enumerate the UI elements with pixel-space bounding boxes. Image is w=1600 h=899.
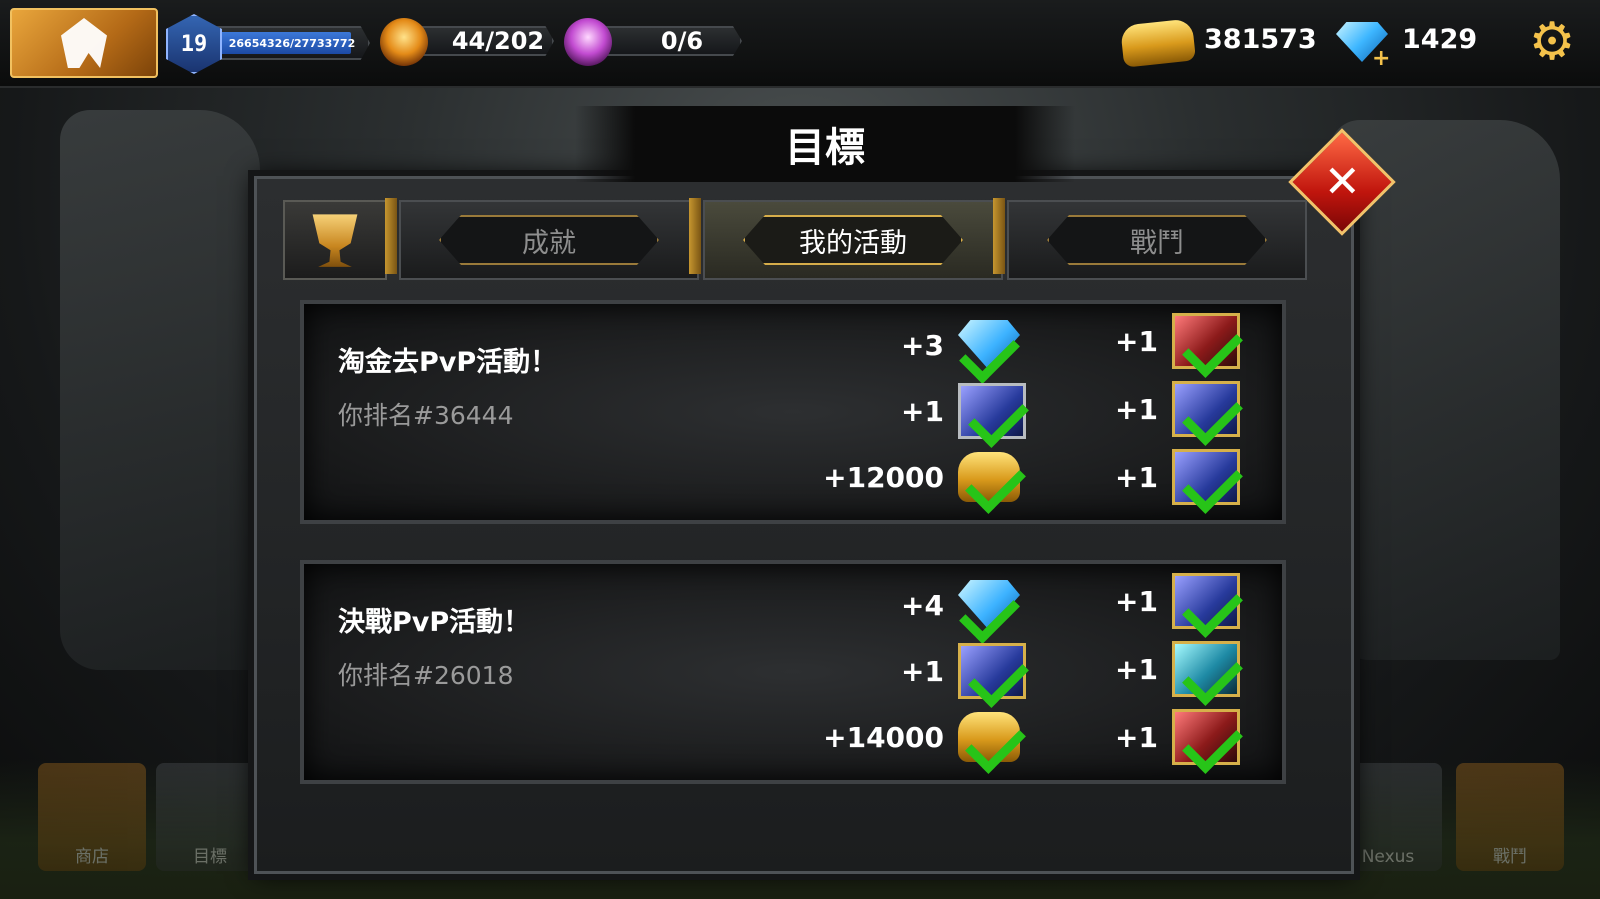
dock-goals-button[interactable]: 目標 <box>156 763 264 871</box>
xp-bar: 26654326/27733772 <box>214 26 370 60</box>
reward-amount: +1 <box>1115 460 1158 494</box>
reward-item: +1 <box>804 643 1029 708</box>
checkmark-icon <box>1182 453 1243 514</box>
checkmark-icon <box>968 387 1029 448</box>
reward-amount: +1 <box>1115 720 1158 754</box>
event-rank: 你排名#36444 <box>338 401 514 430</box>
panel-title: 目標 <box>575 106 1075 182</box>
tab-divider <box>993 198 1005 274</box>
checkmark-icon <box>965 713 1026 774</box>
tab-achievements-label: 成就 <box>522 227 576 259</box>
reward-amount: +12000 <box>823 460 944 494</box>
tab-divider <box>689 198 701 274</box>
checkmark-icon <box>968 647 1029 708</box>
reward-item: +12000 <box>804 450 1026 514</box>
event-rank: 你排名#26018 <box>338 661 514 690</box>
reward-item: +1 <box>804 383 1029 448</box>
hero-card-icon <box>1172 573 1243 638</box>
close-icon: ✕ <box>1323 156 1361 207</box>
hero-card-icon <box>958 643 1029 708</box>
event-title: 淘金去PvP活動！ <box>338 347 558 378</box>
hero-card-icon <box>958 383 1029 448</box>
add-gems-icon[interactable]: + <box>1372 46 1390 71</box>
gold-icon <box>958 452 1026 514</box>
reward-amount: +1 <box>1115 584 1158 618</box>
panel-title-text: 目標 <box>785 125 865 171</box>
dock-battle-button[interactable]: 戰鬥 <box>1456 763 1564 871</box>
reward-item: +1 <box>1114 709 1243 774</box>
xp-text: 26654326/27733772 <box>228 36 356 50</box>
reward-item: +3 <box>804 318 1020 384</box>
reward-item: +4 <box>804 578 1020 644</box>
checkmark-icon <box>1182 317 1243 378</box>
dock-battle-label: 戰鬥 <box>1493 847 1527 867</box>
gem-value: 1429 <box>1402 24 1478 55</box>
potion-value: 0/6 <box>660 27 704 55</box>
checkmark-icon <box>1182 385 1243 446</box>
reward-item: +1 <box>1114 573 1243 638</box>
hero-card-icon <box>1172 313 1243 378</box>
dock-shop-button[interactable]: 商店 <box>38 763 146 871</box>
helmet-icon <box>61 18 107 68</box>
tab-row: 成就 我的活動 戰鬥 <box>283 198 1315 280</box>
tab-divider <box>385 198 397 274</box>
checkmark-icon <box>1182 713 1243 774</box>
event-card[interactable]: 淘金去PvP活動！ 你排名#36444 +3 +1 +12000 +1 +1 +… <box>300 300 1286 524</box>
trophy-icon <box>312 214 358 267</box>
dock-nexus-label: Nexus <box>1361 847 1415 867</box>
reward-amount: +1 <box>1115 652 1158 686</box>
dock-shop-label: 商店 <box>75 847 109 867</box>
reward-amount: +1 <box>901 394 944 428</box>
gold-value: 381573 <box>1204 24 1317 55</box>
reward-item: +1 <box>1114 313 1243 378</box>
tab-my-events[interactable]: 我的活動 <box>703 200 1003 280</box>
player-avatar[interactable] <box>10 8 158 78</box>
level-value: 19 <box>180 31 208 57</box>
dock-goals-label: 目標 <box>193 847 227 867</box>
stamina-value: 44/202 <box>451 27 545 55</box>
reward-amount: +4 <box>901 588 944 622</box>
potion-icon <box>564 18 612 66</box>
reward-amount: +1 <box>1115 324 1158 358</box>
tab-battle-label: 戰鬥 <box>1130 227 1184 259</box>
reward-item: +14000 <box>804 710 1026 774</box>
potion-counter[interactable]: 0/6 <box>592 26 742 56</box>
gear-icon[interactable]: ⚙ <box>1526 16 1578 68</box>
event-title: 決戰PvP活動！ <box>338 607 531 638</box>
background-rock-left <box>60 110 260 670</box>
hero-card-icon <box>1172 381 1243 446</box>
reward-amount: +1 <box>901 654 944 688</box>
hero-card-icon <box>1172 641 1243 706</box>
top-hud: 26654326/27733772 19 44/202 0/6 381573 +… <box>0 0 1600 88</box>
tab-battle[interactable]: 戰鬥 <box>1007 200 1307 280</box>
hero-card-icon <box>1172 709 1243 774</box>
tab-my-events-label: 我的活動 <box>799 227 907 259</box>
reward-amount: +3 <box>901 328 944 362</box>
reward-amount: +1 <box>1115 392 1158 426</box>
stamina-icon <box>380 18 428 66</box>
reward-amount: +14000 <box>823 720 944 754</box>
reward-item: +1 <box>1114 381 1243 446</box>
checkmark-icon <box>1182 645 1243 706</box>
gold-icon <box>958 712 1026 774</box>
reward-item: +1 <box>1114 641 1243 706</box>
gold-icon <box>1120 18 1196 68</box>
stamina-counter[interactable]: 44/202 <box>412 26 554 56</box>
reward-item: +1 <box>1114 449 1243 514</box>
trophy-tab[interactable] <box>283 200 387 280</box>
checkmark-icon <box>965 453 1026 514</box>
hero-card-icon <box>1172 449 1243 514</box>
tab-achievements[interactable]: 成就 <box>399 200 699 280</box>
checkmark-icon <box>1182 577 1243 638</box>
event-card[interactable]: 決戰PvP活動！ 你排名#26018 +4 +1 +14000 +1 +1 +1 <box>300 560 1286 784</box>
level-badge: 19 <box>166 14 222 74</box>
